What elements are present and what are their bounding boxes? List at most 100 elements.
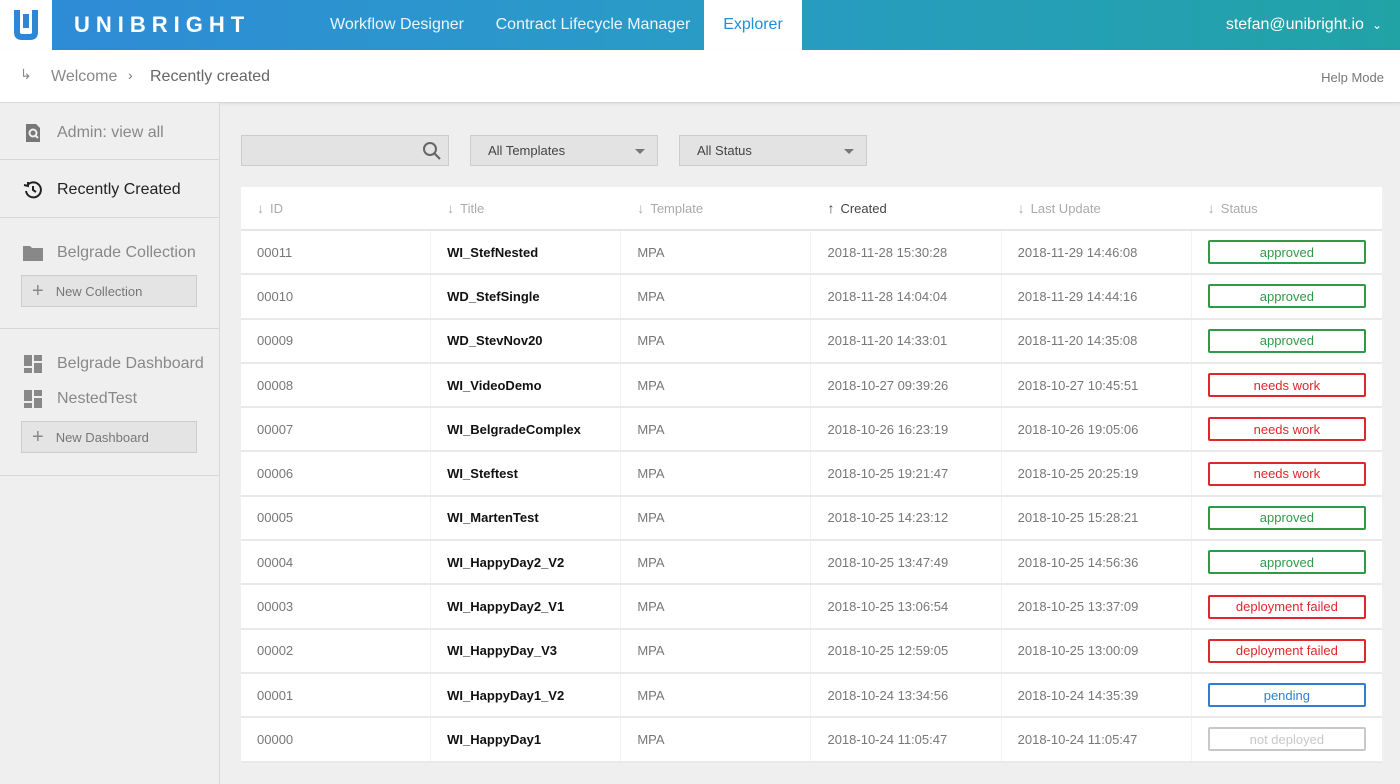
unibright-logo[interactable] [0, 0, 52, 50]
last-update-cell: 2018-10-25 14:56:36 [1002, 541, 1192, 584]
new-dashboard-button[interactable]: + New Dashboard [21, 421, 197, 453]
tab-explorer[interactable]: Explorer [704, 0, 802, 50]
template-cell: MPA [621, 629, 812, 672]
status-cell: approved [1192, 231, 1382, 273]
column-header-template[interactable]: ↓ Template [621, 187, 811, 229]
created-cell: 2018-10-25 12:59:05 [811, 629, 1002, 672]
column-header-id[interactable]: ↓ ID [241, 187, 431, 229]
table-row[interactable]: 00006 WI_Steftest MPA 2018-10-25 19:21:47 20… [241, 452, 1382, 497]
template-cell: MPA [621, 585, 812, 628]
sidebar-item-nestedtest[interactable]: NestedTest [22, 388, 137, 410]
id-cell: 00009 [241, 319, 432, 362]
status-cell: approved [1192, 541, 1382, 583]
sidebar-item-label: Admin: view all [57, 124, 164, 141]
status-badge: approved [1207, 505, 1366, 530]
sidebar-item-label: Recently Created [57, 181, 181, 198]
tab-contract-lifecycle-manager[interactable]: Contract Lifecycle Manager [482, 0, 704, 50]
table-header: ↓ ID ↓ Title ↓ Template ↑ Created ↓ Last Update ↓ S… [241, 187, 1382, 231]
status-badge: needs work [1207, 461, 1366, 486]
table-row[interactable]: 00003 WI_HappyDay2_V1 MPA 2018-10-25 13:06:… [241, 585, 1382, 630]
sort-down-icon: ↓ [1017, 200, 1025, 216]
table-row[interactable]: 00010 WD_StefSingle MPA 2018-11-28 14:04:04… [241, 275, 1382, 320]
last-update-cell: 2018-11-29 14:44:16 [1002, 275, 1192, 318]
template-cell: MPA [621, 363, 812, 407]
last-update-cell: 2018-10-25 13:37:09 [1002, 585, 1192, 628]
table-row[interactable]: 00000 WI_HappyDay1 MPA 2018-10-24 11:05:47 2… [241, 718, 1382, 763]
template-cell: MPA [621, 231, 812, 274]
table-row[interactable]: 00002 WI_HappyDay_V3 MPA 2018-10-25 12:59:0… [241, 629, 1382, 674]
sidebar-item-label: Belgrade Dashboard [57, 355, 204, 372]
column-label: Created [840, 200, 887, 216]
status-cell: approved [1192, 497, 1382, 539]
new-collection-button[interactable]: + New Collection [21, 275, 197, 307]
sidebar-item-recently-created[interactable]: Recently Created [22, 179, 181, 201]
search-icon[interactable] [422, 141, 442, 166]
template-cell: MPA [621, 496, 812, 540]
table-row[interactable]: 00011 WI_StefNested MPA 2018-11-28 15:30:28… [241, 231, 1382, 276]
breadcrumb-welcome[interactable]: Welcome [51, 68, 117, 86]
help-mode-toggle[interactable]: Help Mode [1321, 70, 1384, 85]
status-badge: deployment failed [1207, 638, 1366, 663]
last-update-cell: 2018-10-25 20:25:19 [1002, 452, 1192, 495]
created-cell: 2018-10-26 16:23:19 [811, 408, 1002, 451]
id-cell: 00011 [241, 231, 432, 274]
table-row[interactable]: 00009 WD_StevNov20 MPA 2018-11-20 14:33:01 2… [241, 319, 1382, 364]
template-filter-select[interactable]: All Templates [470, 135, 658, 166]
tab-workflow-designer[interactable]: Workflow Designer [312, 0, 482, 50]
table-row[interactable]: 00005 WI_MartenTest MPA 2018-10-25 14:23:12… [241, 496, 1382, 542]
created-cell: 2018-10-24 13:34:56 [811, 673, 1002, 717]
table-row[interactable]: 00008 WI_VideoDemo MPA 2018-10-27 09:39:26 2… [241, 363, 1382, 409]
column-header-status[interactable]: ↓ Status [1192, 187, 1382, 229]
sidebar-item-belgrade-dashboard[interactable]: Belgrade Dashboard [22, 353, 204, 375]
sidebar-item-label: Belgrade Collection [57, 244, 196, 261]
search-input[interactable] [242, 136, 412, 165]
caret-down-icon [635, 149, 645, 154]
status-cell: not deployed [1192, 718, 1382, 760]
last-update-cell: 2018-11-29 14:46:08 [1002, 231, 1192, 274]
search-box [241, 135, 449, 166]
status-filter-value: All Status [697, 143, 752, 158]
history-icon [22, 179, 44, 201]
status-badge: needs work [1207, 417, 1366, 442]
divider [0, 475, 219, 476]
template-cell: MPA [621, 541, 812, 584]
id-cell: 00008 [241, 363, 432, 407]
id-cell: 00004 [241, 541, 432, 584]
column-header-title[interactable]: ↓ Title [431, 187, 621, 229]
id-cell: 00005 [241, 496, 432, 540]
status-cell: approved [1192, 320, 1382, 362]
divider [0, 217, 219, 218]
sidebar: Admin: view all Recently Created Belgrad… [0, 103, 220, 784]
top-navigation-bar: UNIBRIGHT Workflow Designer Contract Lif… [0, 0, 1400, 50]
sidebar-item-belgrade-collection[interactable]: Belgrade Collection [22, 242, 196, 264]
title-cell: WI_HappyDay1 [431, 718, 622, 761]
column-header-last-update[interactable]: ↓ Last Update [1002, 187, 1192, 229]
last-update-cell: 2018-10-24 14:35:39 [1002, 673, 1192, 717]
user-menu[interactable]: stefan@unibright.io ⌄ [1226, 0, 1382, 50]
sort-down-icon: ↓ [257, 200, 264, 216]
created-cell: 2018-11-28 14:04:04 [811, 275, 1002, 318]
created-cell: 2018-10-25 13:06:54 [811, 585, 1002, 628]
id-cell: 00007 [241, 408, 432, 451]
caret-down-icon [844, 149, 854, 154]
table-row[interactable]: 00001 WI_HappyDay1_V2 MPA 2018-10-24 13:34:… [241, 673, 1382, 719]
status-cell: deployment failed [1192, 630, 1382, 672]
brand-name: UNIBRIGHT [74, 12, 251, 37]
id-cell: 00006 [241, 452, 432, 495]
status-filter-select[interactable]: All Status [679, 135, 867, 166]
last-update-cell: 2018-10-26 19:05:06 [1002, 408, 1192, 451]
divider [0, 159, 219, 160]
breadcrumb-current: Recently created [150, 68, 271, 85]
sidebar-item-admin[interactable]: Admin: view all [22, 122, 164, 144]
table-row[interactable]: 00007 WI_BelgradeComplex MPA 2018-10-26 16:… [241, 408, 1382, 453]
column-header-created[interactable]: ↑ Created [811, 187, 1001, 229]
status-cell: pending [1192, 674, 1382, 716]
sort-down-icon: ↓ [637, 200, 645, 216]
table-row[interactable]: 00004 WI_HappyDay2_V2 MPA 2018-10-25 13:47:… [241, 541, 1382, 586]
id-cell: 00010 [241, 275, 432, 318]
last-update-cell: 2018-10-25 15:28:21 [1002, 496, 1192, 540]
template-cell: MPA [621, 673, 812, 717]
status-cell: needs work [1192, 364, 1382, 406]
created-cell: 2018-10-24 11:05:47 [811, 718, 1002, 761]
user-email: stefan@unibright.io [1225, 16, 1364, 33]
